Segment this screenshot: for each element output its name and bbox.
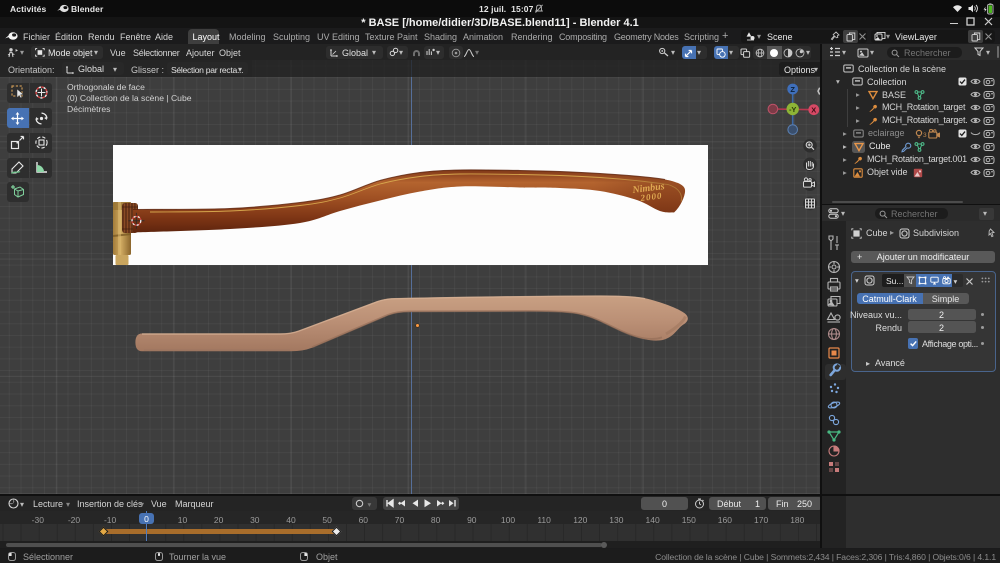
svg-text:Z: Z xyxy=(790,85,795,94)
svg-text:X: X xyxy=(811,106,816,115)
svg-text:-Y: -Y xyxy=(789,105,797,114)
